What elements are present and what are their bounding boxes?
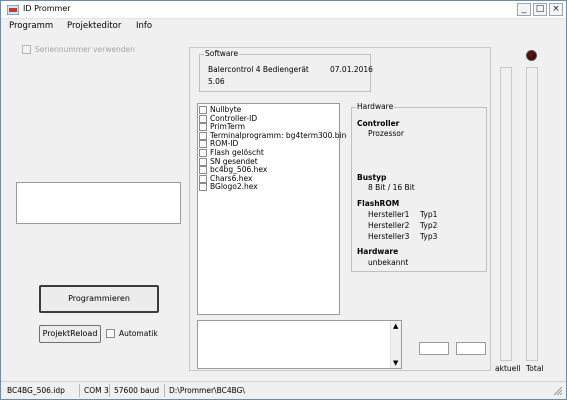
flashrom-maker-2: Hersteller2 bbox=[368, 221, 410, 230]
serial-number-field[interactable] bbox=[16, 182, 181, 224]
bustyp-value: 8 Bit / 16 Bit bbox=[368, 183, 415, 192]
file-checklist-checkbox[interactable] bbox=[199, 131, 207, 140]
progress-total bbox=[526, 67, 538, 361]
automatik-checkbox[interactable] bbox=[106, 329, 115, 338]
menu-programm[interactable]: Programm bbox=[9, 21, 53, 31]
status-port: COM 3 bbox=[79, 384, 109, 397]
scroll-up-icon[interactable]: ▲ bbox=[393, 322, 398, 330]
flashrom-type-2: Typ2 bbox=[420, 221, 438, 230]
minimize-button[interactable]: _ bbox=[517, 3, 531, 16]
window-title: ID Prommer bbox=[23, 4, 71, 13]
serial-number-label: Seriennummer verwenden bbox=[35, 45, 135, 54]
file-checklist-checkbox[interactable] bbox=[199, 149, 207, 157]
hardware-group: Hardware Controller Prozessor Bustyp 8 B… bbox=[351, 102, 487, 272]
progress-aktuell bbox=[500, 67, 512, 361]
resize-grip-icon[interactable] bbox=[553, 386, 563, 396]
flashrom-label: FlashROM bbox=[357, 199, 400, 208]
status-led-icon bbox=[526, 50, 537, 61]
controller-label: Controller bbox=[357, 119, 400, 128]
software-version: 5.06 bbox=[208, 77, 225, 86]
log-textarea[interactable]: ▲ ▼ bbox=[197, 320, 402, 369]
program-button[interactable]: Programmieren bbox=[39, 285, 159, 313]
software-legend: Software bbox=[204, 49, 240, 58]
scroll-down-icon[interactable]: ▼ bbox=[393, 359, 398, 367]
total-label: Total bbox=[526, 364, 544, 373]
log-scrollbar[interactable]: ▲ ▼ bbox=[390, 321, 401, 368]
controller-value: Prozessor bbox=[368, 129, 404, 138]
app-icon bbox=[7, 5, 19, 15]
file-checklist-checkbox[interactable] bbox=[199, 174, 207, 183]
bustyp-label: Bustyp bbox=[357, 173, 387, 182]
maximize-button[interactable]: □ bbox=[533, 3, 547, 16]
menu-info[interactable]: Info bbox=[136, 21, 152, 31]
counter-field-1 bbox=[419, 342, 449, 355]
file-checklist-checkbox[interactable] bbox=[199, 106, 207, 114]
main-window: ID Prommer _ □ × Programm Projekteditor … bbox=[0, 0, 567, 400]
serial-number-checkbox[interactable] bbox=[22, 45, 31, 54]
file-checklist-checkbox[interactable] bbox=[199, 157, 207, 166]
close-button[interactable]: × bbox=[549, 3, 563, 16]
hardware-label: Hardware bbox=[357, 247, 399, 256]
title-bar[interactable]: ID Prommer _ □ × bbox=[1, 1, 566, 19]
aktuell-label: aktuell bbox=[495, 364, 521, 373]
hardware-value: unbekannt bbox=[368, 258, 409, 267]
menu-bar: Programm Projekteditor Info bbox=[1, 19, 566, 35]
software-group: Software Balercontrol 4 Bediengerät 07.0… bbox=[199, 49, 373, 92]
file-checklist-checkbox[interactable] bbox=[199, 123, 207, 132]
status-bar: BC4BG_506.idp COM 3 57600 baud D:\Promme… bbox=[1, 381, 566, 399]
file-checklist[interactable]: Nullbyte Controller-ID PrimTerm Terminalpro… bbox=[197, 103, 346, 315]
file-checklist-checkbox[interactable] bbox=[199, 114, 207, 123]
file-checklist-checkbox[interactable] bbox=[199, 140, 207, 149]
automatik-label: Automatik bbox=[119, 329, 158, 338]
flashrom-maker-1: Hersteller1 bbox=[368, 210, 410, 219]
hardware-legend: Hardware bbox=[356, 102, 395, 111]
software-date: 07.01.2016 bbox=[330, 65, 373, 74]
status-project: BC4BG_506.idp bbox=[7, 386, 65, 395]
software-name: Balercontrol 4 Bediengerät bbox=[208, 65, 309, 74]
flashrom-maker-3: Hersteller3 bbox=[368, 232, 410, 241]
status-path: D:\Prommer\BC4BG\ bbox=[164, 384, 245, 397]
file-checklist-label: BGlogo2.hex bbox=[210, 182, 258, 192]
menu-projekteditor[interactable]: Projekteditor bbox=[67, 21, 121, 31]
file-checklist-checkbox[interactable] bbox=[199, 166, 207, 175]
counter-field-2 bbox=[456, 342, 486, 355]
file-checklist-checkbox[interactable] bbox=[199, 183, 207, 192]
flashrom-type-3: Typ3 bbox=[420, 232, 438, 241]
flashrom-type-1: Typ1 bbox=[420, 210, 438, 219]
project-reload-button[interactable]: ProjektReload bbox=[39, 325, 101, 343]
status-baud: 57600 baud bbox=[109, 384, 159, 397]
